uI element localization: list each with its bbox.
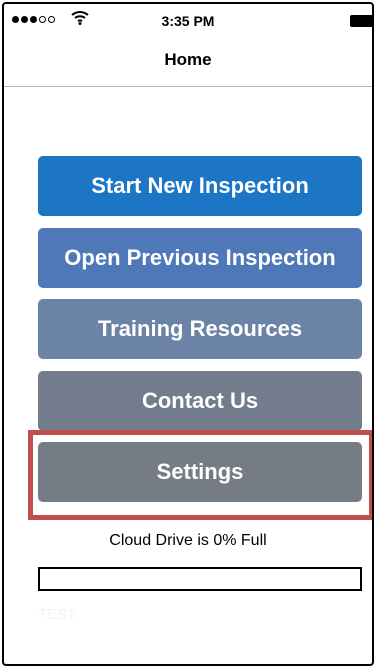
battery-icon — [350, 15, 372, 27]
start-new-inspection-button[interactable]: Start New Inspection — [38, 156, 362, 216]
open-previous-inspection-button[interactable]: Open Previous Inspection — [38, 228, 362, 288]
phone-screen: 3:35 PM Home Start New Inspection Open P… — [2, 2, 374, 666]
cloud-drive-progress-bar — [38, 567, 362, 591]
status-time: 3:35 PM — [161, 13, 215, 29]
status-bar: 3:35 PM — [4, 4, 372, 34]
cloud-drive-status: Cloud Drive is 0% Full — [109, 532, 267, 549]
settings-highlight-box — [28, 430, 372, 520]
test-label: TEST — [38, 606, 77, 623]
training-resources-button[interactable]: Training Resources — [38, 299, 362, 359]
contact-us-button[interactable]: Contact Us — [38, 371, 362, 431]
page-title: Home — [164, 50, 212, 69]
navigation-bar: Home — [4, 34, 372, 87]
